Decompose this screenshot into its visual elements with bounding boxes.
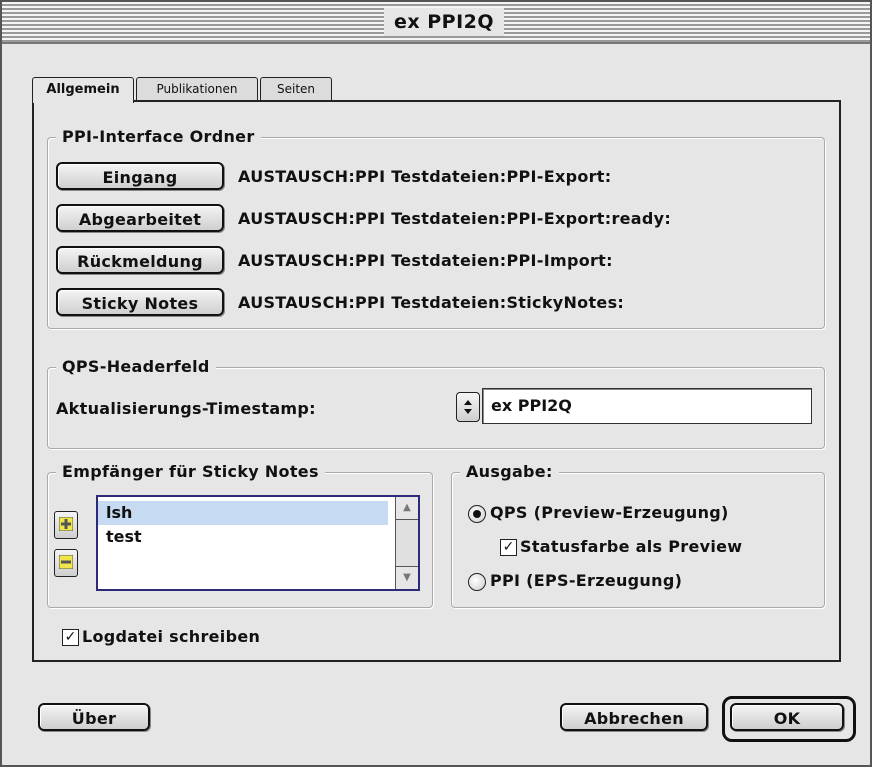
eingang-button[interactable]: Eingang	[56, 162, 224, 190]
ok-button[interactable]: OK	[730, 703, 844, 731]
scroll-down-icon[interactable]: ▼	[396, 566, 418, 589]
statusfarbe-label[interactable]: Statusfarbe als Preview	[520, 535, 742, 559]
cancel-button[interactable]: Abbrechen	[560, 703, 708, 731]
timestamp-label: Aktualisierungs-Timestamp:	[56, 399, 316, 418]
qps-header-title: QPS-Headerfeld	[56, 356, 216, 378]
logdatei-checkbox[interactable]: ✓	[62, 629, 79, 646]
recipients-scrollbar[interactable]: ▲ ▼	[395, 497, 418, 589]
about-button[interactable]: Über	[38, 703, 150, 731]
sticky-notes-button[interactable]: Sticky Notes	[56, 288, 224, 316]
abgearbeitet-button[interactable]: Abgearbeitet	[56, 204, 224, 232]
list-item-lsh[interactable]: lsh	[98, 501, 388, 525]
list-item-test[interactable]: test	[98, 525, 388, 549]
window-title: ex PPI2Q	[384, 8, 505, 36]
logdatei-label[interactable]: Logdatei schreiben	[82, 625, 260, 649]
abgearbeitet-path: AUSTAUSCH:PPI Testdateien:PPI-Export:rea…	[238, 209, 672, 228]
recipients-list[interactable]: lsh test ▲ ▼	[96, 495, 420, 591]
tab-publikationen[interactable]: Publikationen	[136, 77, 258, 101]
title-bar[interactable]: ex PPI2Q	[2, 2, 870, 44]
tab-allgemein[interactable]: Allgemein	[32, 77, 134, 103]
ppi-interface-title: PPI-Interface Ordner	[56, 126, 261, 148]
radio-qps[interactable]	[468, 505, 486, 523]
rueckmeldung-button[interactable]: Rückmeldung	[56, 246, 224, 274]
minus-icon	[59, 555, 73, 569]
timestamp-field[interactable]: ex PPI2Q	[482, 388, 812, 424]
dialog-window: ex PPI2Q Allgemein Publikationen Seiten …	[0, 0, 872, 767]
output-group: Ausgabe: QPS (Preview-Erzeugung) ✓ Statu…	[451, 461, 825, 608]
checkmark-icon[interactable]: ✓	[500, 539, 517, 556]
scroll-up-icon[interactable]: ▲	[396, 497, 418, 520]
sticky-recipients-group: Empfänger für Sticky Notes lsh test ▲ ▼	[47, 461, 433, 608]
rueckmeldung-path: AUSTAUSCH:PPI Testdateien:PPI-Import:	[238, 251, 613, 270]
radio-qps-label[interactable]: QPS (Preview-Erzeugung)	[490, 501, 729, 525]
plus-icon	[59, 517, 73, 531]
up-down-arrows-icon[interactable]	[456, 392, 480, 422]
sticky-recipients-title: Empfänger für Sticky Notes	[56, 461, 325, 483]
add-recipient-button[interactable]	[54, 511, 78, 539]
output-title: Ausgabe:	[460, 461, 559, 483]
eingang-path: AUSTAUSCH:PPI Testdateien:PPI-Export:	[238, 167, 612, 186]
ppi-interface-group: PPI-Interface Ordner Eingang AUSTAUSCH:P…	[47, 126, 825, 329]
sticky-notes-path: AUSTAUSCH:PPI Testdateien:StickyNotes:	[238, 293, 625, 312]
radio-ppi-label[interactable]: PPI (EPS-Erzeugung)	[490, 569, 682, 593]
radio-ppi[interactable]	[468, 573, 486, 591]
tab-panel-allgemein: PPI-Interface Ordner Eingang AUSTAUSCH:P…	[32, 100, 841, 662]
qps-header-group: QPS-Headerfeld Aktualisierungs-Timestamp…	[47, 356, 825, 449]
remove-recipient-button[interactable]	[54, 549, 78, 577]
tab-seiten[interactable]: Seiten	[260, 77, 332, 101]
